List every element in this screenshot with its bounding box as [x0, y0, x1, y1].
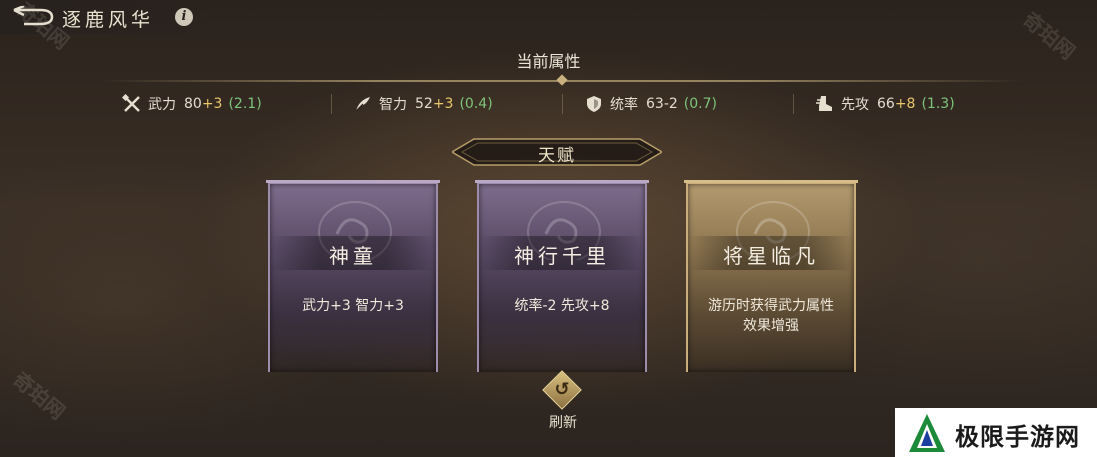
talent-desc: 武力+3 智力+3: [302, 298, 404, 314]
talent-name: 将星临凡: [723, 244, 819, 268]
logo-text: 极限手游网: [955, 422, 1080, 451]
logo-mark-icon: [909, 414, 945, 452]
attribute-name: 智力: [379, 97, 407, 113]
talent-name: 神童: [329, 244, 377, 268]
attribute-intellect: 智力 52 +3 (0.4): [331, 90, 562, 118]
boot-icon: [816, 96, 832, 111]
talent-card-2[interactable]: 神行千里 统率-2 先攻+8: [475, 180, 649, 372]
talent-desc: 统率-2 先攻+8: [514, 298, 610, 314]
attribute-name: 统率: [610, 97, 638, 113]
attribute-initiative: 先攻 66 +8 (1.3): [793, 90, 1024, 118]
attribute-command: 统率 63 -2 (0.7): [562, 90, 793, 118]
talent-card-3[interactable]: 将星临凡 游历时获得武力属性效果增强: [684, 180, 858, 372]
crossed-swords-icon: [122, 94, 140, 112]
attributes-title: 当前属性: [516, 52, 581, 71]
feather-icon: [355, 97, 370, 112]
attribute-bonus: +3: [432, 96, 454, 112]
watermark: 奇珀网: [8, 367, 70, 425]
attribute-rate: (0.4): [459, 96, 493, 112]
page-title: 逐鹿风华: [62, 9, 155, 31]
talent-banner: 天赋: [452, 136, 662, 168]
talent-name: 神行千里: [514, 244, 610, 268]
attribute-base: 52: [415, 96, 433, 112]
attribute-base: 66: [877, 96, 895, 112]
info-icon[interactable]: i: [175, 8, 193, 26]
attribute-bonus: +3: [201, 96, 223, 112]
talent-card-1[interactable]: 神童 武力+3 智力+3: [266, 180, 440, 372]
refresh-icon: ↺: [554, 379, 570, 400]
attribute-base: 80: [184, 96, 202, 112]
attribute-rate: (2.1): [228, 96, 262, 112]
attribute-rate: (1.3): [921, 96, 955, 112]
refresh-label: 刷新: [549, 415, 577, 431]
talent-desc: 游历时获得武力属性效果增强: [708, 298, 834, 334]
attribute-base: 63: [646, 96, 664, 112]
shield-icon: [587, 96, 601, 112]
attribute-bonus: +8: [894, 96, 916, 112]
attributes-row: 武力 80 +3 (2.1) 智力 52 +3 (0.4) 统率 63 -2 (…: [100, 90, 1024, 118]
site-logo: 极限手游网: [895, 408, 1097, 457]
attribute-name: 武力: [148, 97, 176, 113]
attribute-name: 先攻: [841, 97, 869, 113]
attribute-bonus: -2: [663, 96, 678, 112]
attribute-force: 武力 80 +3 (2.1): [100, 90, 331, 118]
refresh-button[interactable]: ↺ 刷新: [540, 370, 586, 431]
attributes-divider: [100, 74, 1024, 86]
attribute-rate: (0.7): [683, 96, 717, 112]
talent-title: 天赋: [538, 146, 576, 166]
